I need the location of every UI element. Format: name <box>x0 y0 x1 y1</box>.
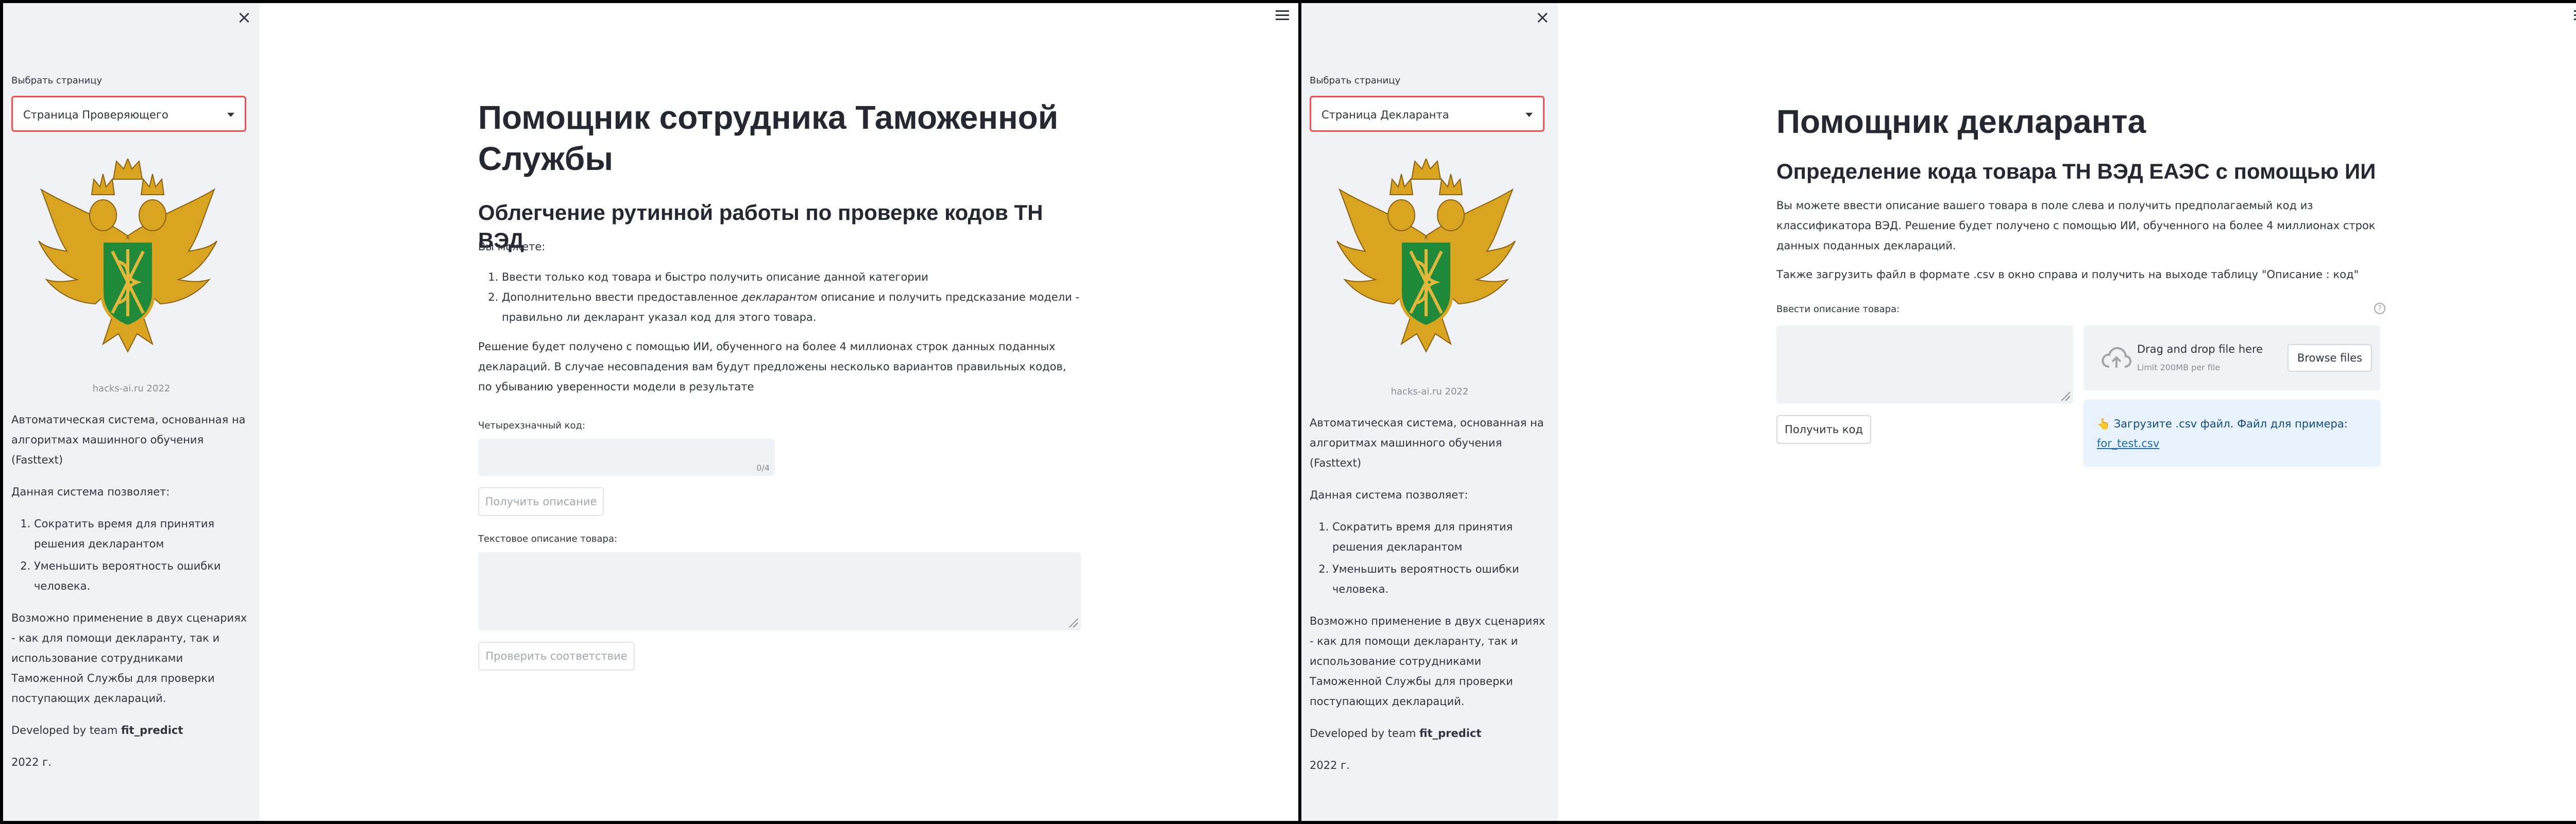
dropzone-title: Drag and drop file here <box>2137 343 2263 355</box>
description-textarea[interactable] <box>478 552 1081 630</box>
can-text: Вы можете: <box>478 241 546 253</box>
resize-handle-icon[interactable] <box>1069 618 1078 627</box>
page-title: Помощник сотрудника Таможенной Службы <box>478 99 1059 177</box>
intro-block: Вы можете: Ввести только код товара и бы… <box>478 237 1081 397</box>
check-match-button[interactable]: Проверить соответствие <box>478 642 635 671</box>
code-counter: 0/4 <box>756 463 770 473</box>
system-description: Автоматическая система, основанная на ал… <box>11 414 246 466</box>
system-description: Автоматическая система, основанная на ал… <box>1310 417 1544 469</box>
features-list: Ввести только код товара и быстро получи… <box>478 267 1081 328</box>
right-app-window: × Выбрать страницу Страница Декларанта h… <box>1301 3 2576 821</box>
sidebar: × Выбрать страницу Страница Проверяющего… <box>3 3 260 821</box>
benefits-list: Сократить время для принятия решения дек… <box>1310 517 1550 599</box>
developer-team: fit_predict <box>1419 727 1482 740</box>
description-label: Ввести описание товара: <box>1776 304 1900 315</box>
system-allows: Данная система позволяет: <box>11 486 170 498</box>
upload-note: Также загрузить файл в формате .csv в ок… <box>1776 268 2359 281</box>
page-title: Помощник декларанта <box>1776 103 2146 140</box>
list-item: Сократить время для принятия решения дек… <box>1332 517 1550 557</box>
get-description-button[interactable]: Получить описание <box>478 487 604 516</box>
description-textarea[interactable] <box>1776 325 2073 404</box>
sidebar-text: Автоматическая система, основанная на ал… <box>11 410 251 784</box>
sidebar-caption: hacks-ai.ru 2022 <box>1391 386 1469 397</box>
dropzone-limit: Limit 200MB per file <box>2137 363 2221 372</box>
list-item: Сократить время для принятия решения дек… <box>34 514 251 554</box>
pointing-up-icon: 👆 <box>2097 418 2111 430</box>
item2-emphasis: декларантом <box>741 291 818 303</box>
help-icon[interactable]: ? <box>2374 303 2385 314</box>
developer-credit: Developed by team fit_predict <box>11 720 251 741</box>
list-item: Дополнительно ввести предоставленное дек… <box>502 287 1081 328</box>
list-item: Уменьшить вероятность ошибки человека. <box>1332 559 1550 599</box>
developer-team: fit_predict <box>121 724 183 736</box>
system-allows: Данная система позволяет: <box>1310 489 1468 501</box>
browse-files-button[interactable]: Browse files <box>2287 344 2372 372</box>
page-select[interactable]: Страница Декларанта <box>1310 96 1545 132</box>
hamburger-menu-icon[interactable] <box>1276 10 1289 22</box>
chevron-down-icon <box>1526 113 1533 117</box>
code-input[interactable]: 0/4 <box>478 439 775 476</box>
usage-text: Возможно применение в двух сценариях - к… <box>11 612 247 705</box>
page-select[interactable]: Страница Проверяющего <box>11 96 246 132</box>
year-text: 2022 г. <box>1310 759 1350 771</box>
left-app-window: × Выбрать страницу Страница Проверяющего… <box>3 3 1298 821</box>
close-sidebar-icon[interactable]: × <box>234 7 255 28</box>
info-text-block: 👆 Загрузите .csv файл. Файл для примера:… <box>2097 414 2375 453</box>
page-select-label: Выбрать страницу <box>1310 75 1401 86</box>
resize-handle-icon[interactable] <box>2061 391 2070 401</box>
sidebar: × Выбрать страницу Страница Декларанта h… <box>1301 3 1558 821</box>
result-text: Решение будет получено с помощью ИИ, обу… <box>478 340 1066 393</box>
page-subtitle: Определение кода товара ТН ВЭД ЕАЭС с по… <box>1776 159 2376 183</box>
year-text: 2022 г. <box>11 756 52 768</box>
code-label: Четырехзначный код: <box>478 420 586 431</box>
item2-pre: Дополнительно ввести предоставленное <box>502 291 742 303</box>
chevron-down-icon <box>227 113 234 117</box>
info-text: Загрузите .csv файл. Файл для примера: <box>2110 418 2348 430</box>
usage-text: Возможно применение в двух сценариях - к… <box>1310 615 1546 708</box>
benefits-list: Сократить время для принятия решения дек… <box>11 514 251 596</box>
customs-emblem-icon <box>1334 159 1518 355</box>
hamburger-menu-icon[interactable] <box>2574 10 2576 22</box>
customs-emblem-icon <box>36 159 219 355</box>
developer-prefix: Developed by team <box>11 724 121 736</box>
text-label: Текстовое описание товара: <box>478 534 618 544</box>
page-select-value: Страница Проверяющего <box>23 109 168 121</box>
example-file-link[interactable]: for_test.csv <box>2097 437 2159 450</box>
intro-text: Вы можете ввести описание вашего товара … <box>1776 199 2376 252</box>
developer-prefix: Developed by team <box>1310 727 1419 740</box>
list-item: Уменьшить вероятность ошибки человека. <box>34 556 251 596</box>
sidebar-text: Автоматическая система, основанная на ал… <box>1310 413 1550 787</box>
developer-credit: Developed by team fit_predict <box>1310 724 1550 744</box>
list-item: Ввести только код товара и быстро получи… <box>502 267 1081 287</box>
sidebar-caption: hacks-ai.ru 2022 <box>92 383 171 394</box>
close-sidebar-icon[interactable]: × <box>1532 7 1553 28</box>
info-box: 👆 Загрузите .csv файл. Файл для примера:… <box>2083 400 2380 467</box>
get-code-button[interactable]: Получить код <box>1776 415 1871 444</box>
page-select-value: Страница Декларанта <box>1321 109 1449 121</box>
page-select-label: Выбрать страницу <box>11 75 103 86</box>
file-dropzone[interactable]: Drag and drop file here Limit 200MB per … <box>2083 325 2380 390</box>
cloud-upload-icon <box>2102 347 2132 368</box>
